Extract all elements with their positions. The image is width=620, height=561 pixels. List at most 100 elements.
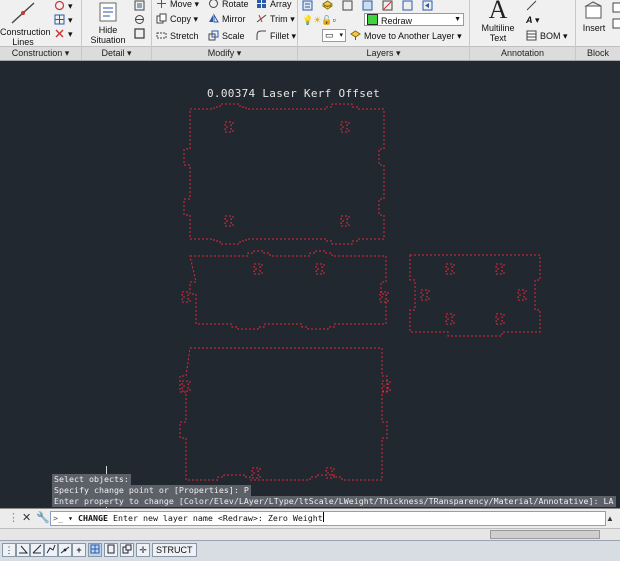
layer-match-button[interactable] bbox=[402, 0, 416, 12]
annotation-group: A Multiline Text A ▾ BOM ▾ Annotation bbox=[470, 0, 576, 60]
single-line-text-button[interactable]: A ▾ bbox=[526, 14, 540, 26]
circle-icon bbox=[54, 0, 65, 11]
construction-group-label[interactable]: Construction ▾ bbox=[0, 46, 81, 60]
command-input-value[interactable]: Zero Weight bbox=[268, 513, 323, 523]
layer-color-dropdown[interactable]: ▭ ▾ bbox=[322, 29, 346, 42]
detail-view-button[interactable] bbox=[134, 0, 148, 12]
fillet-button[interactable]: Fillet ▾ bbox=[256, 30, 296, 42]
snap-toggle-button[interactable]: ⋮ bbox=[2, 543, 16, 557]
view-icon bbox=[134, 0, 145, 11]
section-icon bbox=[135, 15, 144, 24]
command-line-bar: ⋮ ✕ 🔧 >_ ▾ CHANGE Enter new layer name <… bbox=[0, 508, 620, 529]
close-icon[interactable]: ✕ bbox=[22, 512, 31, 525]
dropdown-arrow-icon: ▾ bbox=[68, 29, 73, 39]
layer-freeze-button[interactable] bbox=[362, 0, 376, 12]
layer-color-swatch bbox=[367, 14, 378, 25]
lineweight-toggle-button[interactable] bbox=[104, 543, 118, 557]
command-prompt-icon[interactable]: >_ bbox=[53, 513, 63, 523]
point-tool-button[interactable]: ▾ bbox=[54, 28, 73, 40]
circle-tool-button[interactable]: ▾ bbox=[54, 0, 73, 12]
crosshair-icon: + bbox=[76, 545, 82, 555]
dropdown-arrow-icon: ▾ bbox=[193, 14, 199, 24]
lineweight-icon bbox=[107, 544, 115, 554]
block-define-button[interactable] bbox=[612, 2, 620, 14]
ortho-toggle-button[interactable]: + bbox=[72, 543, 86, 557]
struct-button[interactable]: STRUCT bbox=[152, 543, 197, 557]
angle-icon bbox=[19, 545, 29, 554]
layer-stack-icon bbox=[322, 0, 333, 10]
multiline-text-icon: A bbox=[488, 0, 508, 24]
ribbon: Construction Lines ▾ ▾ ▾ Construction ▾ … bbox=[0, 0, 620, 61]
workspace-toggle-button[interactable]: ✛ bbox=[136, 543, 150, 557]
text-style-button[interactable] bbox=[526, 0, 540, 12]
insert-block-button[interactable]: Insert bbox=[576, 1, 612, 33]
scale-button[interactable]: Scale bbox=[208, 30, 245, 42]
layer-lock-button[interactable] bbox=[382, 0, 396, 12]
otrack-toggle-button[interactable] bbox=[58, 543, 72, 557]
command-history-toggle-icon[interactable]: ▲ bbox=[606, 512, 614, 525]
bom-button[interactable]: BOM ▾ bbox=[526, 30, 568, 42]
dropdown-arrow-icon: ▾ bbox=[457, 31, 462, 41]
polar-toggle-button[interactable] bbox=[30, 543, 44, 557]
grid-tool-button[interactable]: ▾ bbox=[54, 14, 73, 26]
rotate-label: Rotate bbox=[222, 0, 249, 9]
construction-lines-button[interactable]: Construction Lines bbox=[0, 1, 51, 47]
grid-toggle-button[interactable] bbox=[88, 543, 102, 557]
detail-section-button[interactable] bbox=[134, 14, 148, 26]
rotate-button[interactable]: Rotate bbox=[208, 0, 249, 10]
copy-button[interactable]: Copy ▾ bbox=[156, 13, 198, 25]
lightbulb-icon: 💡 bbox=[302, 15, 314, 25]
detail-frame-button[interactable] bbox=[134, 28, 148, 40]
block-edit-icon bbox=[612, 18, 620, 29]
model-toggle-button[interactable] bbox=[120, 543, 134, 557]
layer-freeze-icon bbox=[362, 0, 373, 11]
detail-group-label[interactable]: Detail ▾ bbox=[82, 46, 151, 60]
dropdown-arrow-icon: ▾ bbox=[563, 31, 568, 41]
layer-properties-button[interactable] bbox=[302, 0, 316, 12]
trim-button[interactable]: Trim ▾ bbox=[256, 13, 295, 25]
array-button[interactable]: Array bbox=[256, 0, 292, 10]
layer-visibility-toggle[interactable]: 💡☀🔓▫ bbox=[302, 14, 336, 26]
osnap-toggle-button[interactable] bbox=[44, 543, 58, 557]
scale-label: Scale bbox=[222, 31, 245, 41]
wrench-icon[interactable]: 🔧 bbox=[36, 512, 50, 525]
layer-match-icon bbox=[402, 0, 413, 11]
move-icon bbox=[157, 0, 166, 8]
mirror-button[interactable]: Mirror bbox=[208, 13, 246, 25]
current-layer-dropdown[interactable]: Redraw ▼ bbox=[364, 13, 464, 26]
modify-group: Move ▾ Rotate Array Copy ▾ Mirror Trim ▾… bbox=[152, 0, 298, 60]
layer-states-button[interactable] bbox=[322, 0, 336, 12]
move-button[interactable]: Move ▾ bbox=[156, 0, 199, 10]
command-prompt-text: Enter new layer name <Redraw>: bbox=[112, 513, 263, 523]
command-line-grip-icon[interactable]: ⋮ bbox=[8, 512, 19, 525]
hide-situation-button[interactable]: Hide Situation bbox=[86, 1, 130, 45]
current-layer-name: Redraw bbox=[381, 16, 413, 26]
command-input[interactable]: >_ ▾ CHANGE Enter new layer name <Redraw… bbox=[50, 511, 606, 526]
frame-icon bbox=[134, 28, 145, 39]
dropdown-arrow-icon: ▾ bbox=[68, 15, 73, 25]
block-group-label[interactable]: Block bbox=[576, 46, 620, 60]
command-keyword: CHANGE bbox=[78, 513, 108, 523]
stretch-icon bbox=[156, 32, 167, 39]
layer-isolate-button[interactable] bbox=[342, 0, 356, 12]
dropdown-arrow-icon[interactable]: ▾ bbox=[68, 513, 73, 523]
layer-previous-button[interactable] bbox=[422, 0, 436, 12]
annotation-group-label[interactable]: Annotation bbox=[470, 46, 575, 60]
grid-display-icon bbox=[90, 544, 100, 554]
stretch-button[interactable]: Stretch bbox=[156, 30, 199, 42]
modify-group-label[interactable]: Modify ▾ bbox=[152, 46, 297, 60]
bom-icon bbox=[526, 30, 537, 41]
scrollbar-thumb[interactable] bbox=[490, 530, 600, 539]
text-caret bbox=[322, 512, 324, 522]
layers-group-label[interactable]: Layers ▾ bbox=[298, 46, 469, 60]
block-define-icon bbox=[612, 2, 620, 13]
hide-situation-icon bbox=[99, 2, 117, 22]
angle-toggle-button[interactable] bbox=[16, 543, 30, 557]
move-to-another-layer-button[interactable]: Move to Another Layer ▾ bbox=[350, 30, 462, 42]
mirror-icon bbox=[209, 13, 219, 23]
block-edit-button[interactable] bbox=[612, 18, 620, 30]
drawing-canvas[interactable] bbox=[0, 61, 620, 508]
multiline-text-button[interactable]: A Multiline Text bbox=[474, 0, 522, 43]
grip-icon: ⋮ bbox=[4, 545, 14, 555]
layer-isolate-icon bbox=[342, 0, 353, 11]
